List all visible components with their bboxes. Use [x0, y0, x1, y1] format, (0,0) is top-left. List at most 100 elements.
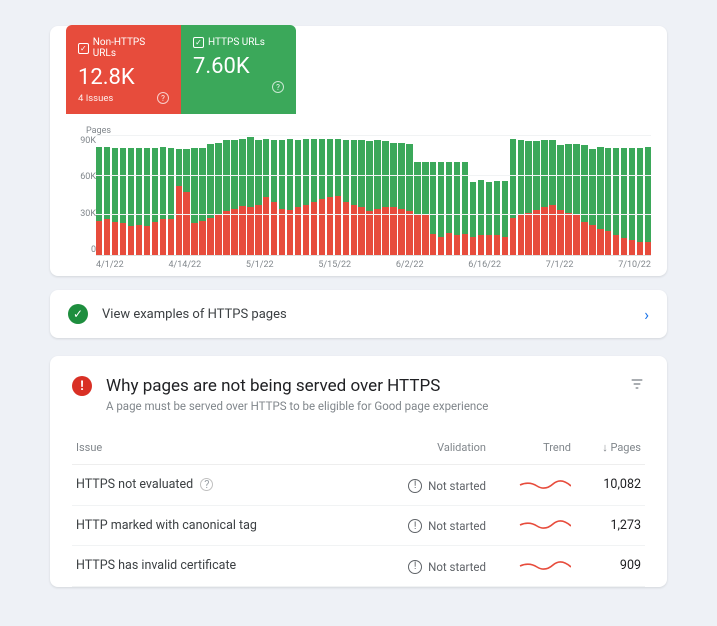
- stat-footer: 4 Issues: [78, 93, 113, 104]
- chart-bar[interactable]: [605, 136, 611, 255]
- chart-bar[interactable]: [629, 136, 635, 255]
- chart-bar[interactable]: [128, 136, 134, 255]
- chart-bar[interactable]: [160, 136, 166, 255]
- stat-label: HTTPS URLs: [208, 37, 265, 48]
- chart-bar[interactable]: [510, 136, 516, 255]
- stat-https[interactable]: ✓ HTTPS URLs 7.60K ?: [181, 25, 296, 114]
- chart-bar[interactable]: [478, 136, 484, 255]
- chart-bar[interactable]: [223, 136, 229, 255]
- col-validation[interactable]: Validation: [395, 435, 490, 465]
- chart-bar[interactable]: [597, 136, 603, 255]
- chart-bar[interactable]: [319, 136, 325, 255]
- chart-bar[interactable]: [390, 136, 396, 255]
- chart-bar[interactable]: [176, 136, 182, 255]
- chart-bar[interactable]: [96, 136, 102, 255]
- chart-bar[interactable]: [199, 136, 205, 255]
- issues-table: Issue Validation Trend ↓ Pages HTTPS not…: [72, 435, 645, 587]
- chart-bar[interactable]: [406, 136, 412, 255]
- chart-bar[interactable]: [422, 136, 428, 255]
- chart-bar[interactable]: [486, 136, 492, 255]
- chart-bar[interactable]: [589, 136, 595, 255]
- col-trend[interactable]: Trend: [490, 435, 575, 465]
- filter-icon[interactable]: [629, 376, 645, 396]
- view-examples-row[interactable]: ✓ View examples of HTTPS pages ›: [50, 290, 667, 338]
- chart-yaxis: 90K60K30K0: [66, 136, 96, 256]
- chart-bar[interactable]: [613, 136, 619, 255]
- chart-bar[interactable]: [462, 136, 468, 255]
- chart-bar[interactable]: [327, 136, 333, 255]
- issue-row[interactable]: HTTP marked with canonical tag!Not start…: [72, 505, 645, 546]
- chart-bar[interactable]: [168, 136, 174, 255]
- chart-bar[interactable]: [351, 136, 357, 255]
- chart-bar[interactable]: [144, 136, 150, 255]
- issue-row[interactable]: HTTPS not evaluated ?!Not started10,082: [72, 465, 645, 506]
- chart-bar[interactable]: [533, 136, 539, 255]
- chart-bar[interactable]: [366, 136, 372, 255]
- check-circle-icon: ✓: [68, 304, 88, 324]
- issues-title: Why pages are not being served over HTTP…: [106, 376, 488, 396]
- chart-bar[interactable]: [120, 136, 126, 255]
- chart-bar[interactable]: [295, 136, 301, 255]
- chart-bar[interactable]: [557, 136, 563, 255]
- stat-value: 12.8K: [78, 65, 169, 90]
- chart-bar[interactable]: [637, 136, 643, 255]
- chevron-right-icon: ›: [644, 305, 649, 324]
- chart-bar[interactable]: [279, 136, 285, 255]
- chart-bar[interactable]: [518, 136, 524, 255]
- col-issue[interactable]: Issue: [72, 435, 395, 465]
- chart-bar[interactable]: [438, 136, 444, 255]
- help-icon[interactable]: ?: [200, 478, 213, 491]
- clock-icon: !: [408, 479, 422, 493]
- chart-bar[interactable]: [430, 136, 436, 255]
- chart-bar[interactable]: [255, 136, 261, 255]
- stat-label: Non-HTTPS URLs: [93, 37, 169, 59]
- help-icon[interactable]: ?: [157, 92, 169, 104]
- chart-bar[interactable]: [183, 136, 189, 255]
- chart-bar[interactable]: [239, 136, 245, 255]
- chart-bar[interactable]: [621, 136, 627, 255]
- issue-trend: [490, 546, 575, 587]
- chart-bar[interactable]: [414, 136, 420, 255]
- issue-name: HTTPS has invalid certificate: [72, 546, 395, 587]
- chart-bar[interactable]: [573, 136, 579, 255]
- chart-bar[interactable]: [541, 136, 547, 255]
- chart-bar[interactable]: [247, 136, 253, 255]
- chart-bar[interactable]: [215, 136, 221, 255]
- issue-pages: 1,273: [575, 505, 645, 546]
- chart-bar[interactable]: [581, 136, 587, 255]
- chart-bar[interactable]: [549, 136, 555, 255]
- chart-bar[interactable]: [263, 136, 269, 255]
- chart-bar[interactable]: [470, 136, 476, 255]
- chart-bar[interactable]: [287, 136, 293, 255]
- chart-bar[interactable]: [494, 136, 500, 255]
- chart-bar[interactable]: [398, 136, 404, 255]
- stat-non-https[interactable]: ✓ Non-HTTPS URLs 12.8K 4 Issues ?: [66, 25, 181, 114]
- chart-bar[interactable]: [343, 136, 349, 255]
- chart-bar[interactable]: [303, 136, 309, 255]
- chart-bar[interactable]: [374, 136, 380, 255]
- chart-bar[interactable]: [311, 136, 317, 255]
- chart-bar[interactable]: [454, 136, 460, 255]
- chart-bar[interactable]: [191, 136, 197, 255]
- examples-label: View examples of HTTPS pages: [102, 307, 287, 322]
- chart-bar[interactable]: [136, 136, 142, 255]
- chart-bar[interactable]: [104, 136, 110, 255]
- chart-bar[interactable]: [645, 136, 651, 255]
- chart-bar[interactable]: [335, 136, 341, 255]
- chart-bar[interactable]: [207, 136, 213, 255]
- issue-row[interactable]: HTTPS has invalid certificate!Not starte…: [72, 546, 645, 587]
- chart-bar[interactable]: [525, 136, 531, 255]
- col-pages[interactable]: ↓ Pages: [575, 435, 645, 465]
- chart-bar[interactable]: [152, 136, 158, 255]
- chart-bar[interactable]: [446, 136, 452, 255]
- chart-bar[interactable]: [502, 136, 508, 255]
- chart-bar[interactable]: [271, 136, 277, 255]
- issue-trend: [490, 505, 575, 546]
- chart-bar[interactable]: [565, 136, 571, 255]
- chart-bar[interactable]: [231, 136, 237, 255]
- issue-validation: !Not started: [395, 546, 490, 587]
- chart-bar[interactable]: [112, 136, 118, 255]
- chart-bar[interactable]: [382, 136, 388, 255]
- help-icon[interactable]: ?: [272, 81, 284, 93]
- chart-bar[interactable]: [358, 136, 364, 255]
